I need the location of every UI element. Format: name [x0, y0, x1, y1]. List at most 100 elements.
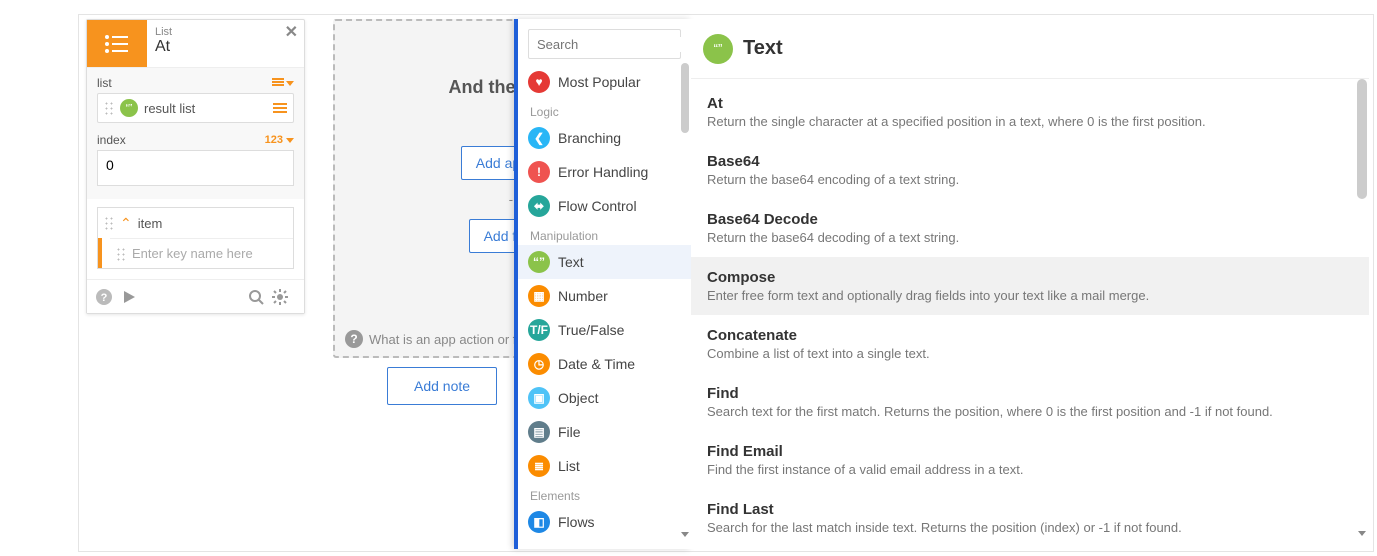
- category-label: Number: [558, 288, 608, 304]
- function-description: Return the base64 encoding of a text str…: [707, 172, 1347, 187]
- function-description: Search text for the first match. Returns…: [707, 404, 1347, 419]
- function-item[interactable]: At Return the single character at a speci…: [703, 83, 1351, 141]
- function-item[interactable]: Find EmailFind the first instance of a v…: [703, 431, 1351, 489]
- category-icon: !: [528, 161, 550, 183]
- add-note-button[interactable]: Add note: [387, 367, 497, 405]
- search-input[interactable]: [537, 37, 713, 52]
- drag-handle-icon[interactable]: [104, 216, 114, 230]
- category-item[interactable]: ◧ Flows: [518, 505, 691, 539]
- item-label: item: [138, 216, 163, 231]
- category-label: Flow Control: [558, 198, 637, 214]
- key-placeholder[interactable]: Enter key name here: [132, 246, 253, 261]
- function-list-panel: “” Text At Return the single character at…: [691, 19, 1369, 549]
- function-description: Return the base64 decoding of a text str…: [707, 230, 1347, 245]
- number-type-icon[interactable]: 123: [265, 134, 294, 146]
- app-frame: List At ✕ list “” result list index 123: [78, 14, 1374, 552]
- function-list-header: “” Text: [691, 19, 1369, 79]
- category-item[interactable]: ▣ Object: [518, 381, 691, 415]
- function-list-title: Text: [743, 37, 783, 60]
- category-label: File: [558, 424, 581, 440]
- category-icon: ▣: [528, 387, 550, 409]
- text-category-icon: “”: [703, 34, 733, 64]
- category-label: Most Popular: [558, 74, 640, 90]
- function-name: At: [707, 95, 1347, 112]
- category-icon: ♥: [528, 71, 550, 93]
- category-label: Text: [558, 254, 584, 270]
- function-scrollbar[interactable]: [1357, 79, 1367, 545]
- function-item[interactable]: Compose Enter free form text and optional…: [691, 257, 1369, 315]
- play-icon[interactable]: [121, 289, 137, 305]
- card-footer: ?: [87, 279, 304, 313]
- function-card: List At ✕ list “” result list index 123: [86, 19, 305, 314]
- category-item[interactable]: ≣ List: [518, 449, 691, 483]
- category-item[interactable]: “” Text: [518, 245, 691, 279]
- category-panel: ♥ Most Popular Logic❮Branching! Error Handl…: [514, 19, 691, 549]
- function-description: Search for the last match inside text. R…: [707, 520, 1347, 535]
- function-item[interactable]: Find Search text for the first match. Ret…: [703, 373, 1351, 431]
- function-item[interactable]: Base64 Return the base64 encoding of a te…: [703, 141, 1351, 199]
- function-item[interactable]: Find LastSearch for the last match insid…: [703, 489, 1351, 545]
- nesting-bar: [98, 238, 102, 268]
- category-scrollbar[interactable]: [681, 63, 689, 541]
- function-description: Find the first instance of a valid email…: [707, 462, 1347, 477]
- list-icon: [87, 20, 147, 67]
- function-description: Return the single character at a specifi…: [707, 114, 1347, 129]
- function-description: Enter free form text and optionally drag…: [707, 288, 1347, 303]
- search-icon[interactable]: [248, 289, 264, 305]
- category-section-label: Elements: [518, 483, 691, 505]
- card-header: List At ✕: [87, 20, 304, 68]
- function-list: At Return the single character at a speci…: [691, 79, 1369, 545]
- chevron-down-icon[interactable]: [1357, 531, 1367, 545]
- category-icon: ◧: [528, 511, 550, 533]
- category-item[interactable]: ▦Number: [518, 279, 691, 313]
- category-item[interactable]: T/FTrue/False: [518, 313, 691, 347]
- list-type-icon[interactable]: [272, 77, 294, 90]
- drag-handle-icon[interactable]: [104, 101, 114, 115]
- function-name: Base64 Decode: [707, 211, 1347, 228]
- chevron-down-icon[interactable]: [681, 527, 689, 541]
- index-input[interactable]: [97, 150, 294, 186]
- svg-text:?: ?: [101, 292, 108, 304]
- card-type-label: List: [155, 26, 296, 38]
- category-item[interactable]: ▤File: [518, 415, 691, 449]
- category-item[interactable]: ❮Branching: [518, 121, 691, 155]
- category-label: List: [558, 458, 580, 474]
- category-item[interactable]: ! Error Handling: [518, 155, 691, 189]
- text-icon: “”: [120, 99, 138, 117]
- scrollbar-thumb[interactable]: [1357, 79, 1367, 199]
- index-field-label: index: [97, 133, 126, 147]
- function-name: Concatenate: [707, 327, 1347, 344]
- category-icon: ⬌: [528, 195, 550, 217]
- category-icon: ◷: [528, 353, 550, 375]
- help-icon[interactable]: ?: [95, 288, 113, 306]
- card-title: At: [155, 38, 296, 56]
- help-icon: ?: [345, 330, 363, 348]
- category-icon: “”: [528, 251, 550, 273]
- category-item[interactable]: ⬌ Flow Control: [518, 189, 691, 223]
- function-name: Find: [707, 385, 1347, 402]
- category-icon: ≣: [528, 455, 550, 477]
- structure-item-row[interactable]: ⌃ item: [98, 208, 293, 238]
- scrollbar-thumb[interactable]: [681, 63, 689, 133]
- structure-key-row[interactable]: Enter key name here: [110, 238, 293, 268]
- category-label: Flows: [558, 514, 595, 530]
- function-name: Base64: [707, 153, 1347, 170]
- category-label: Branching: [558, 130, 621, 146]
- category-section-label: Logic: [518, 99, 691, 121]
- close-icon[interactable]: ✕: [285, 22, 298, 42]
- search-box[interactable]: [528, 29, 681, 59]
- gear-icon[interactable]: [272, 289, 288, 305]
- output-structure: ⌃ item Enter key name here: [97, 207, 294, 269]
- chevron-up-icon[interactable]: ⌃: [120, 215, 132, 232]
- category-label: Error Handling: [558, 164, 648, 180]
- function-item[interactable]: Base64 Decode Return the base64 decoding …: [703, 199, 1351, 257]
- drag-handle-icon[interactable]: [116, 247, 126, 261]
- function-item[interactable]: ConcatenateCombine a list of text into a…: [703, 315, 1351, 373]
- category-item[interactable]: ♥ Most Popular: [518, 65, 691, 99]
- category-item[interactable]: ◷Date & Time: [518, 347, 691, 381]
- list-trailing-icon: [273, 101, 287, 115]
- category-label: True/False: [558, 322, 624, 338]
- category-label: Object: [558, 390, 598, 406]
- list-field-value[interactable]: “” result list: [97, 93, 294, 123]
- function-name: Compose: [707, 269, 1347, 286]
